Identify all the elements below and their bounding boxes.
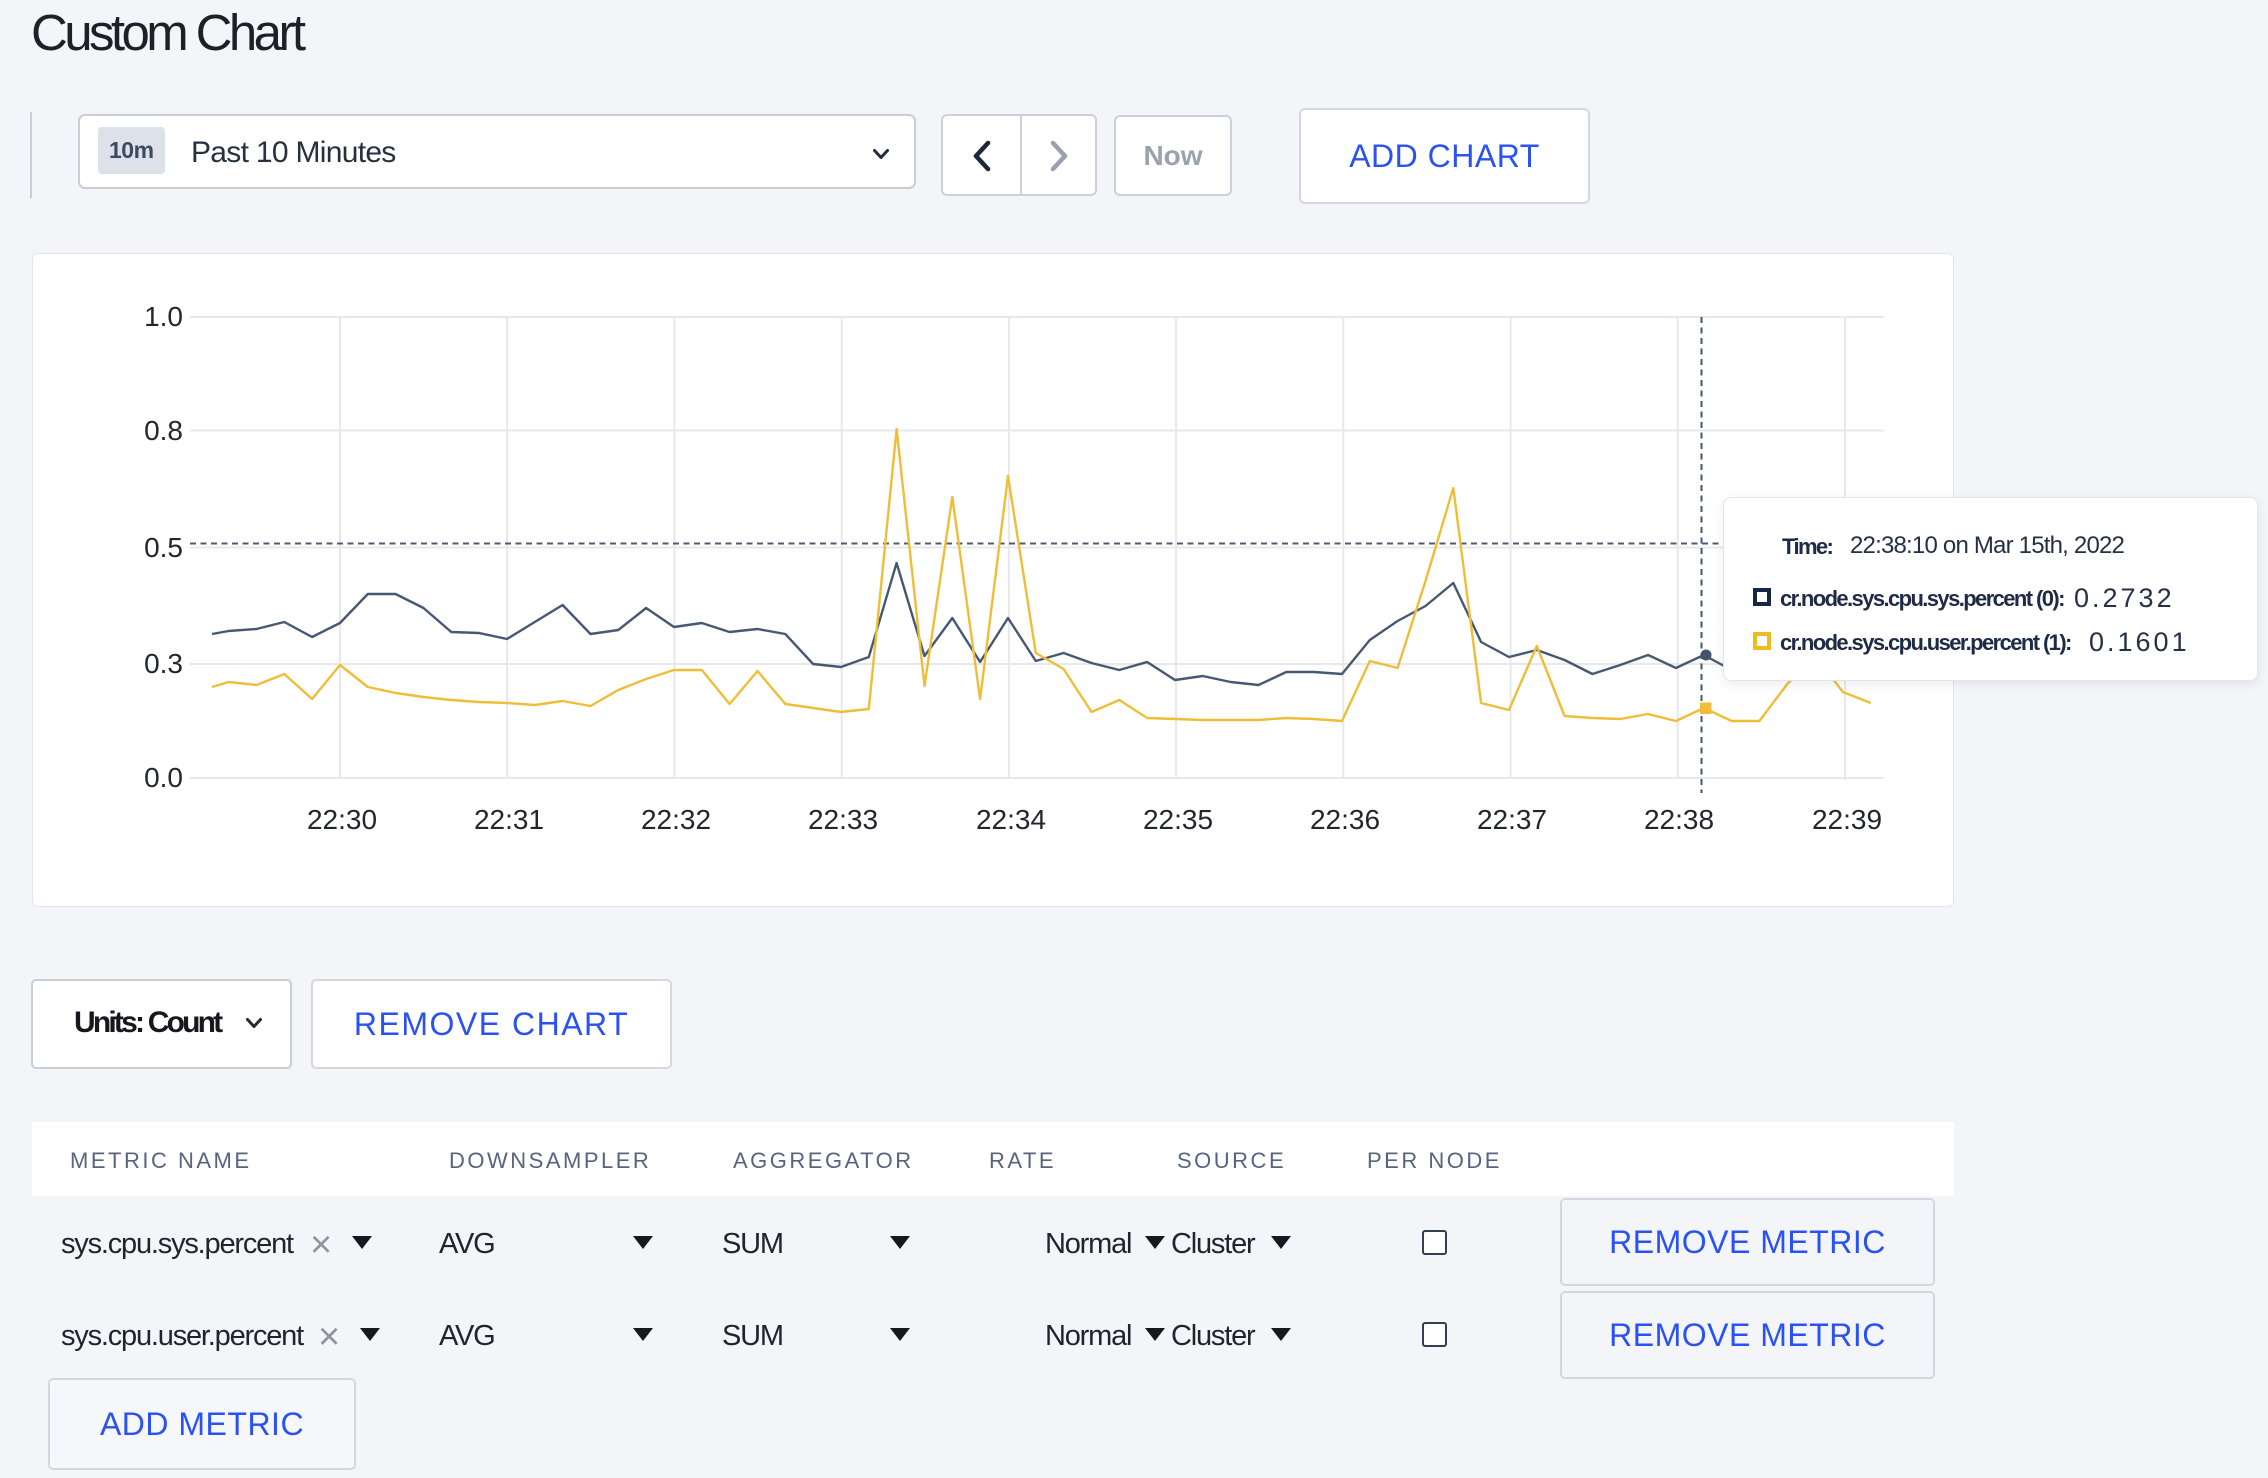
svg-text:22:39: 22:39	[1812, 804, 1882, 835]
svg-text:22:33: 22:33	[808, 804, 878, 835]
svg-text:1.0: 1.0	[144, 301, 183, 332]
svg-text:22:38: 22:38	[1644, 804, 1714, 835]
svg-text:0.3: 0.3	[144, 648, 183, 679]
svg-text:22:37: 22:37	[1477, 804, 1547, 835]
svg-text:0.8: 0.8	[144, 415, 183, 446]
svg-text:22:30: 22:30	[307, 804, 377, 835]
svg-text:0.0: 0.0	[144, 762, 183, 793]
svg-text:22:36: 22:36	[1310, 804, 1380, 835]
svg-text:22:35: 22:35	[1143, 804, 1213, 835]
svg-text:0.5: 0.5	[144, 532, 183, 563]
svg-text:22:31: 22:31	[474, 804, 544, 835]
svg-text:22:32: 22:32	[641, 804, 711, 835]
svg-text:22:34: 22:34	[976, 804, 1046, 835]
